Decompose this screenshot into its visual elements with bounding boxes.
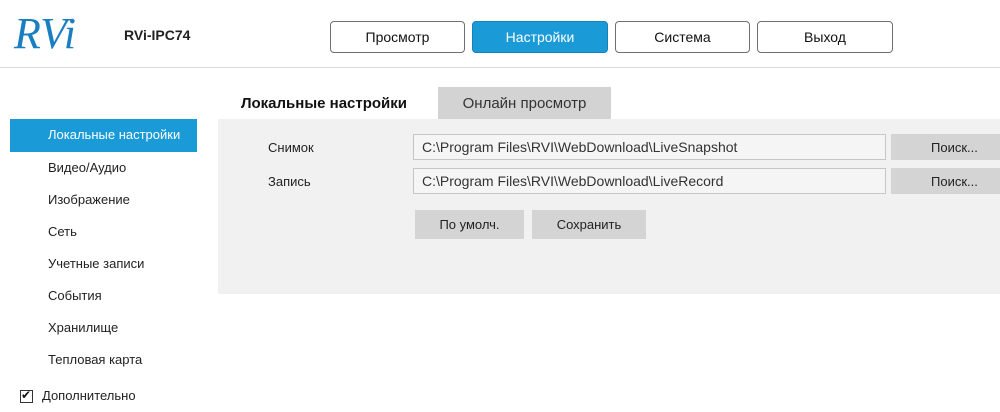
svg-text:RVi: RVi xyxy=(13,10,76,58)
sidebar-item-image[interactable]: Изображение xyxy=(10,184,197,216)
default-button[interactable]: По умолч. xyxy=(415,210,524,239)
settings-panel: Снимок Поиск... Запись Поиск... По умолч… xyxy=(218,119,1000,294)
sidebar-item-heatmap[interactable]: Тепловая карта xyxy=(10,344,197,376)
nav-logout-button[interactable]: Выход xyxy=(757,21,893,53)
save-button[interactable]: Сохранить xyxy=(532,210,646,239)
nav-system-button[interactable]: Система xyxy=(615,21,750,53)
record-browse-button[interactable]: Поиск... xyxy=(891,168,1000,194)
snapshot-browse-button[interactable]: Поиск... xyxy=(891,134,1000,160)
snapshot-label: Снимок xyxy=(268,140,314,155)
record-label: Запись xyxy=(268,174,311,189)
sidebar-item-accounts[interactable]: Учетные записи xyxy=(10,248,197,280)
sidebar-item-advanced[interactable]: ✔ Дополнительно xyxy=(10,380,197,412)
record-path-input[interactable] xyxy=(413,168,886,194)
rvi-logo: RVi xyxy=(12,9,122,60)
sidebar-item-network[interactable]: Сеть xyxy=(10,216,197,248)
sidebar-item-storage[interactable]: Хранилище xyxy=(10,312,197,344)
snapshot-path-input[interactable] xyxy=(413,134,886,160)
tab-online-view[interactable]: Онлайн просмотр xyxy=(438,87,611,119)
sidebar-item-local-settings[interactable]: Локальные настройки xyxy=(10,119,197,152)
device-model: RVi-IPC74 xyxy=(124,27,191,43)
sidebar-item-video-audio[interactable]: Видео/Аудио xyxy=(10,152,197,184)
advanced-checkbox[interactable]: ✔ xyxy=(20,387,33,403)
nav-view-button[interactable]: Просмотр xyxy=(330,21,465,53)
tab-local-settings[interactable]: Локальные настройки xyxy=(218,87,430,119)
sidebar-item-events[interactable]: События xyxy=(10,280,197,312)
check-mark-icon: ✔ xyxy=(21,387,32,402)
sidebar-item-advanced-label: Дополнительно xyxy=(42,388,136,403)
nav-settings-button[interactable]: Настройки xyxy=(472,21,608,53)
rvi-logo-mark: RVi xyxy=(13,9,76,58)
header-divider xyxy=(0,67,1000,68)
